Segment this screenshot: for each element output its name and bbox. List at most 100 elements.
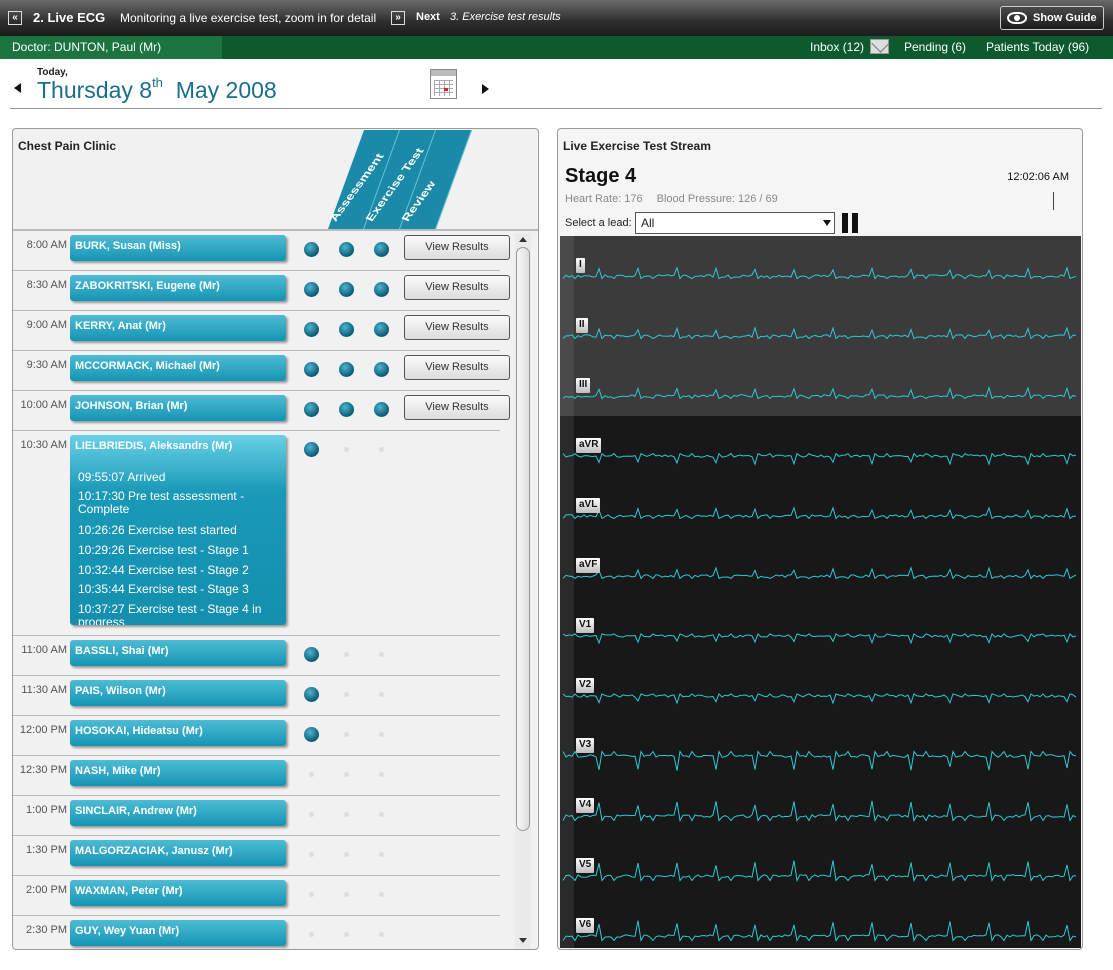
table-row: 11:30 AM PAIS, Wilson (Mr) [13,676,500,716]
status-pending-icon [344,932,349,937]
status-complete-icon [339,282,354,297]
status-pending-icon [309,892,314,897]
show-guide-button[interactable]: Show Guide [1000,6,1104,30]
inbox-link[interactable]: Inbox (12) [810,40,864,54]
account-bar: Doctor: DUNTON, Paul (Mr) Inbox (12) Pen… [0,36,1113,59]
patient-card-expanded[interactable]: LIELBRIEDIS, Aleksandrs (Mr) 09:55:07 Arr… [70,435,286,625]
pause-icon[interactable] [842,213,860,233]
status-pending-icon [379,447,384,452]
lead-label-aVR[interactable]: aVR [576,438,602,453]
status-pending-icon [344,772,349,777]
status-pending-icon [344,812,349,817]
patient-name-button[interactable]: WAXMAN, Peter (Mr) [70,880,286,906]
ecg-trace-aVL [562,506,1076,520]
patients-today-link[interactable]: Patients Today (96) [986,40,1089,54]
lead-select[interactable]: All [635,212,835,234]
double-chevron-right-icon[interactable]: » [391,11,405,25]
lead-select-label: Select a lead: [565,217,632,229]
appointment-time: 12:00 PM [19,724,67,736]
calendar-icon[interactable] [430,69,457,99]
lead-label-aVF[interactable]: aVF [576,558,601,573]
patient-name-button[interactable]: GUY, Wey Yuan (Mr) [70,920,286,946]
ecg-display[interactable]: I II III aVR aVL aVF V1 V2 V3 V4 V5 V6 [560,236,1081,948]
previous-day-arrow-icon[interactable] [14,83,21,93]
view-results-button[interactable]: View Results [404,315,510,340]
status-pending-icon [344,892,349,897]
lead-select-value: All [641,216,655,230]
step-title: 2. Live ECG [33,10,106,25]
scroll-down-icon[interactable] [519,938,527,943]
view-results-button[interactable]: View Results [404,235,510,260]
ecg-trace-V3 [562,749,1077,771]
patient-name-button[interactable]: NASH, Mike (Mr) [70,760,286,786]
lead-label-II[interactable]: II [576,318,588,333]
event-log-item: 10:32:44 Exercise test - Stage 2 [78,563,249,577]
lead-label-V6[interactable]: V6 [576,918,595,933]
date-header: Today, Thursday 8th May 2008 [0,59,1113,111]
table-row: 11:00 AM BASSLI, Shai (Mr) [13,636,500,676]
appointment-time: 2:30 PM [26,924,67,936]
mail-icon[interactable] [870,39,889,54]
status-complete-icon [339,322,354,337]
lead-label-V1[interactable]: V1 [576,618,595,633]
status-complete-icon [374,362,389,377]
scrollbar[interactable] [515,233,531,949]
status-complete-icon [374,242,389,257]
status-complete-icon [339,242,354,257]
top-navigation-bar: « 2. Live ECG Monitoring a live exercise… [0,0,1113,36]
status-complete-icon [374,322,389,337]
chevron-down-icon [823,220,831,226]
status-complete-icon [339,402,354,417]
patient-name-button[interactable]: MALGORZACIAK, Janusz (Mr) [70,840,286,866]
double-chevron-left-icon[interactable]: « [8,11,22,25]
next-day-arrow-icon[interactable] [482,84,489,94]
event-log-item: 09:55:07 Arrived [78,470,166,484]
show-guide-label: Show Guide [1033,12,1097,24]
status-pending-icon [379,652,384,657]
patient-name-button[interactable]: PAIS, Wilson (Mr) [70,680,286,706]
view-results-button[interactable]: View Results [404,275,510,300]
step-description: Monitoring a live exercise test, zoom in… [120,11,377,25]
patient-name-button[interactable]: JOHNSON, Brian (Mr) [70,395,286,421]
next-step-label[interactable]: 3. Exercise test results [450,11,561,23]
lead-label-V2[interactable]: V2 [576,678,595,693]
status-complete-icon [304,687,319,702]
patient-name-button[interactable]: BURK, Susan (Miss) [70,235,286,261]
lead-label-V3[interactable]: V3 [576,738,595,753]
vitals: Heart Rate: 176 Blood Pressure: 126 / 69 [565,193,778,205]
status-pending-icon [309,932,314,937]
appointment-time: 10:30 AM [20,439,67,451]
patient-name-button[interactable]: SINCLAIR, Andrew (Mr) [70,800,286,826]
lead-label-aVL[interactable]: aVL [576,498,601,513]
patient-name: LIELBRIEDIS, Aleksandrs (Mr) [75,440,233,452]
divider [10,108,1102,109]
patient-name-button[interactable]: ZABOKRITSKI, Eugene (Mr) [70,275,286,301]
view-results-button[interactable]: View Results [404,395,510,420]
view-results-button[interactable]: View Results [404,355,510,380]
appointment-time: 2:00 PM [26,884,67,896]
time-marker [1053,192,1054,210]
status-pending-icon [344,852,349,857]
ecg-trace-I [562,266,1077,280]
ecg-trace-V6 [562,920,1077,943]
scroll-thumb[interactable] [516,247,530,831]
ecg-trace-V5 [562,860,1077,883]
table-row: 9:30 AM MCCORMACK, Michael (Mr) View Resul… [13,351,510,391]
lead-label-I[interactable]: I [576,258,585,273]
patient-name-button[interactable]: BASSLI, Shai (Mr) [70,640,286,666]
status-pending-icon [309,772,314,777]
clinic-title: Chest Pain Clinic [18,139,117,153]
next-button[interactable]: Next [416,11,440,23]
patient-name-button[interactable]: MCCORMACK, Michael (Mr) [70,355,286,381]
table-row: 10:30 AM LIELBRIEDIS, Aleksandrs (Mr) 09:5… [13,431,500,636]
appointment-time: 11:00 AM [21,644,67,656]
status-pending-icon [309,812,314,817]
lead-label-V4[interactable]: V4 [576,798,595,813]
scroll-up-icon[interactable] [519,237,527,242]
patient-name-button[interactable]: HOSOKAI, Hideatsu (Mr) [70,720,286,746]
lead-label-V5[interactable]: V5 [576,858,595,873]
pending-link[interactable]: Pending (6) [904,40,966,54]
table-row: 2:00 PM WAXMAN, Peter (Mr) [13,876,500,916]
lead-label-III[interactable]: III [576,378,591,393]
patient-name-button[interactable]: KERRY, Anat (Mr) [70,315,286,341]
